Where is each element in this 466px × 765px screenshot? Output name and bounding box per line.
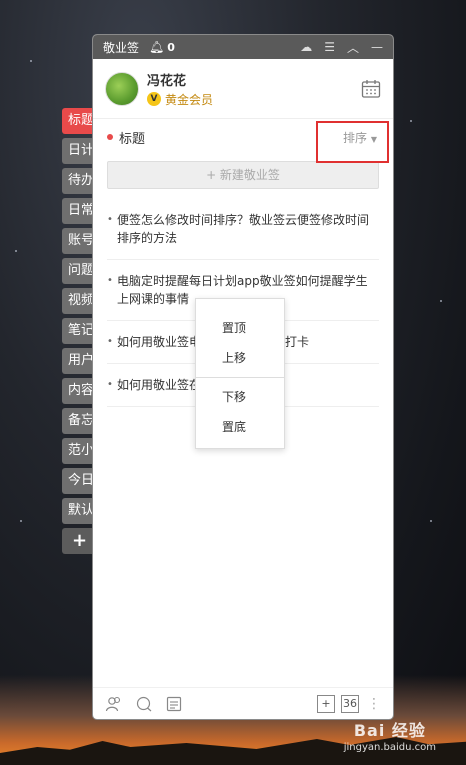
contacts-icon[interactable] bbox=[105, 695, 123, 713]
new-note-button[interactable]: + 新建敬业签 bbox=[107, 161, 379, 189]
add-button[interactable]: + bbox=[317, 694, 335, 713]
menu-item-pin-top[interactable]: 置顶 bbox=[196, 313, 284, 343]
notification-count: 0 bbox=[167, 40, 175, 54]
side-tab[interactable]: 问题 bbox=[62, 258, 96, 284]
side-tab[interactable]: 内容 bbox=[62, 378, 96, 404]
minimize-icon[interactable]: — bbox=[371, 40, 383, 54]
side-tab[interactable]: 范小 bbox=[62, 438, 96, 464]
note-count-badge[interactable]: 36 bbox=[341, 694, 359, 713]
side-tab[interactable]: 日计 bbox=[62, 138, 96, 164]
menu-icon[interactable]: ☰ bbox=[324, 40, 335, 54]
bottom-toolbar: + 36 ⋮ bbox=[93, 687, 393, 719]
side-tab[interactable]: 视频 bbox=[62, 288, 96, 314]
sort-highlight-box bbox=[316, 121, 389, 163]
title-bar[interactable]: 敬业签 🔔︎ 0 ☁ ☰ ︿ — bbox=[93, 35, 393, 59]
side-tab[interactable]: 备忘 bbox=[62, 408, 96, 434]
user-name: 冯花花 bbox=[147, 73, 187, 89]
side-tab[interactable]: 用户 bbox=[62, 348, 96, 374]
watermark-url: jingyan.baidu.com bbox=[343, 742, 436, 753]
side-tab[interactable]: 今日 bbox=[62, 468, 96, 494]
membership-status: V 黄金会员 bbox=[147, 91, 213, 108]
section-header: 标题 排序 ▼ bbox=[93, 119, 393, 163]
section-title: 标题 bbox=[119, 131, 146, 147]
menu-item-move-down[interactable]: 下移 bbox=[196, 382, 284, 412]
more-icon[interactable]: ⋮ bbox=[367, 695, 381, 713]
membership-label: 黄金会员 bbox=[165, 92, 214, 107]
side-tab[interactable]: 待办 bbox=[62, 168, 96, 194]
add-category-button[interactable]: + bbox=[62, 528, 96, 554]
collapse-icon[interactable]: ︿ bbox=[347, 39, 359, 56]
side-tab[interactable]: 日常 bbox=[62, 198, 96, 224]
side-tab[interactable]: 标题 bbox=[62, 108, 96, 134]
section-dot-icon bbox=[107, 134, 113, 140]
cloud-icon[interactable]: ☁ bbox=[300, 40, 312, 54]
menu-separator bbox=[196, 377, 284, 378]
side-tab[interactable]: 默认 bbox=[62, 498, 96, 524]
watermark-logo: Bai 经验 bbox=[353, 721, 426, 740]
sort-context-menu: 置顶 上移 下移 置底 bbox=[195, 298, 285, 449]
baidu-watermark: Bai 经验 jingyan.baidu.com bbox=[344, 717, 436, 753]
notes-icon[interactable] bbox=[165, 695, 183, 713]
note-item[interactable]: 便签怎么修改时间排序？敬业签云便签修改时间排序的方法 bbox=[107, 199, 379, 260]
app-title: 敬业签 bbox=[103, 40, 140, 55]
vip-badge-icon: V bbox=[147, 92, 161, 106]
side-tab[interactable]: 账号 bbox=[62, 228, 96, 254]
category-tabs: 标题日计待办日常账号问题视频笔记用户内容备忘范小今日默认 + bbox=[62, 108, 96, 558]
bell-icon[interactable]: 🔔︎ bbox=[149, 40, 164, 54]
side-tab[interactable]: 笔记 bbox=[62, 318, 96, 344]
avatar[interactable] bbox=[105, 71, 139, 106]
calendar-icon[interactable] bbox=[361, 79, 381, 99]
user-profile: 冯花花 V 黄金会员 bbox=[93, 59, 393, 119]
chat-icon[interactable] bbox=[135, 695, 153, 713]
menu-item-move-up[interactable]: 上移 bbox=[196, 343, 284, 373]
menu-item-pin-bottom[interactable]: 置底 bbox=[196, 412, 284, 442]
